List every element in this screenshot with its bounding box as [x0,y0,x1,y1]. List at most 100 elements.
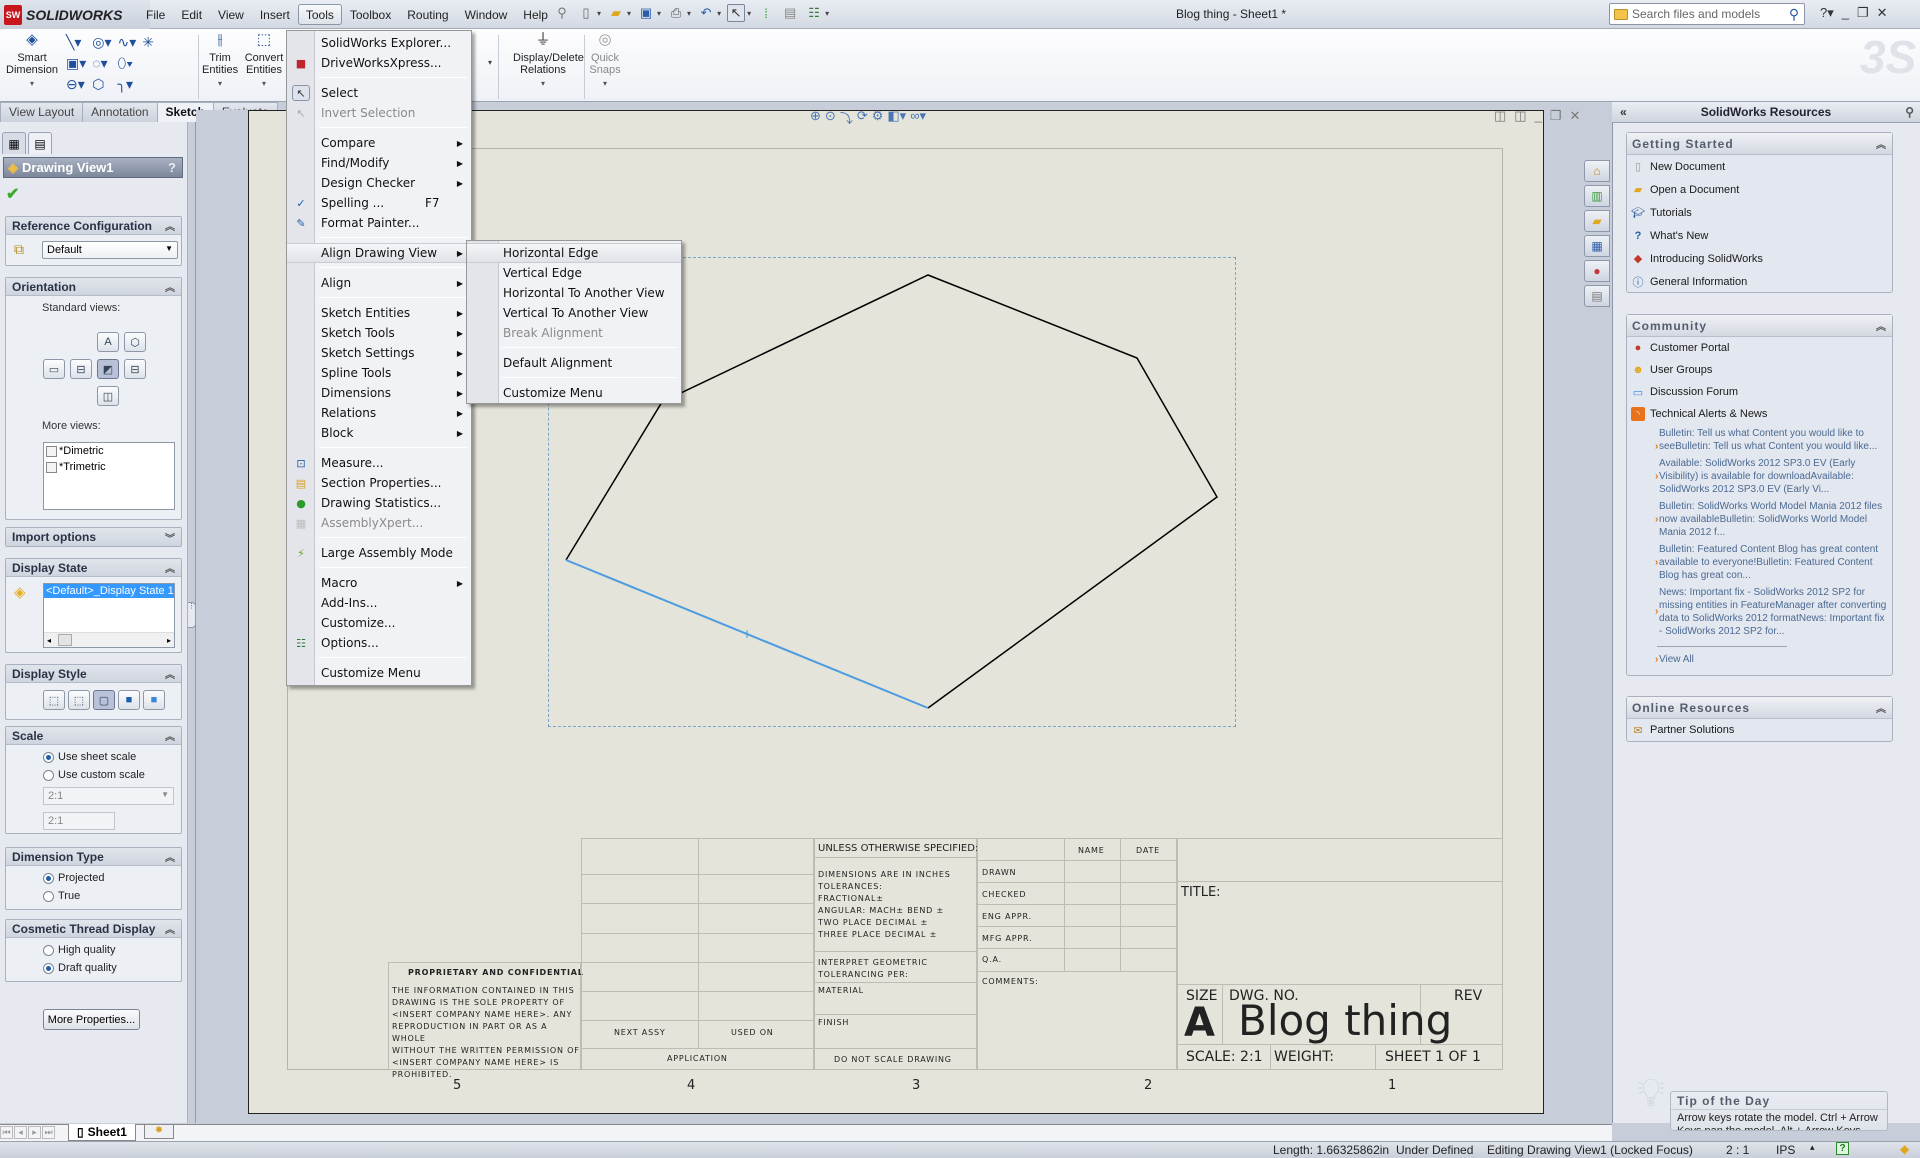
sheet-tab-sheet1[interactable]: ▯ Sheet1 [68,1124,136,1141]
spline-icon[interactable]: ∿▾ [118,34,137,51]
menu-item-invert-selection[interactable]: ↖ Invert Selection [287,103,471,123]
projected-radio[interactable]: Projected [43,869,104,887]
menu-item-add-ins[interactable]: Add-Ins... [287,593,471,613]
search-icon[interactable]: ⚲ [1784,6,1804,23]
property-manager-tab[interactable]: ▤ [28,132,52,154]
select-dropdown-icon[interactable]: ▾ [747,9,751,18]
more-properties-button[interactable]: More Properties... [43,1009,140,1030]
whats-new-link[interactable]: ? What's New [1627,224,1892,247]
collapse-chevron-icon[interactable]: ︽ [1876,700,1886,715]
zoom-to-area-icon[interactable]: ⊙ [825,108,836,127]
search-box[interactable]: Search files and models ⚲ [1609,3,1805,25]
menu-item-find-modify[interactable]: Find/Modify ▶ [287,153,471,173]
display-delete-relations-button[interactable]: ⏚ Display/Delete Relations ▾ [504,32,584,90]
menu-item-format-painter[interactable]: ✎ Format Painter... [287,213,471,233]
last-sheet-icon[interactable]: ⏭ [42,1126,55,1139]
status-scale[interactable]: 2 : 1 [1726,1143,1749,1157]
menu-item-compare[interactable]: Compare ▶ [287,133,471,153]
prev-sheet-icon[interactable]: ◂ [14,1126,27,1139]
menu-item-options[interactable]: ☷ Options... [287,633,471,653]
collapse-chevron-icon[interactable]: ︽ [1876,318,1886,333]
custom-properties-tab[interactable]: ▤ [1584,285,1610,307]
front-view-button[interactable]: A [97,332,119,352]
panel-collapse-handle[interactable]: ⋮ [188,602,196,628]
isometric-view-button[interactable]: ⬡ [124,332,146,352]
menu-item-block[interactable]: Block ▶ [287,423,471,443]
right-view-button[interactable]: ▭ [43,359,65,379]
technical-alerts-link[interactable]: ◝ Technical Alerts & News [1627,403,1892,425]
menu-item-default-alignment[interactable]: Default Alignment [467,353,681,373]
menu-item-large-assembly-mode[interactable]: ⚡ Large Assembly Mode [287,543,471,563]
menu-tools[interactable]: Tools [297,4,342,25]
custom-scale-input[interactable]: 2:1 [43,812,115,830]
list-item-selected[interactable]: <Default>_Display State 1 [44,584,174,598]
doc-close-icon[interactable]: ✕ [1569,108,1580,124]
view-palette-tab[interactable]: ▦ [1584,235,1610,257]
menu-item-customize-menu[interactable]: Customize Menu [287,663,471,683]
checkbox[interactable] [46,445,57,457]
menu-view[interactable]: View [210,4,252,25]
menu-item-horizontal-edge[interactable]: Horizontal Edge [467,243,681,263]
menu-routing[interactable]: Routing [399,4,456,25]
shaded-with-edges-button[interactable]: ■ [118,690,140,710]
partner-solutions-link[interactable]: ✉ Partner Solutions [1627,719,1892,741]
general-information-link[interactable]: ⓘ General Information [1627,270,1892,293]
smart-dimension-button[interactable]: ◈ Smart Dimension ▾ [4,32,60,90]
scroll-left-icon[interactable]: ◂ [47,636,51,645]
design-library-tab[interactable]: ▥ [1584,185,1610,207]
expand-chevron-icon[interactable]: ︾ [165,530,175,545]
rebuild-traffic-light-icon[interactable]: ⁞ [757,4,775,22]
new-dropdown-icon[interactable]: ▾ [597,9,601,18]
help-icon[interactable]: ?▾ [1820,5,1834,21]
menu-item-align-drawing-view[interactable]: Align Drawing View ▶ [287,243,471,263]
menu-item-horizontal-to-another-view[interactable]: Horizontal To Another View [467,283,681,303]
tutorials-link[interactable]: 🎓︎ Tutorials [1627,201,1892,224]
add-sheet-button[interactable]: ✸ [144,1125,174,1139]
tag-icon[interactable]: ◆ [1900,1142,1909,1156]
menu-item-sketch-entities[interactable]: Sketch Entities ▶ [287,303,471,323]
save-icon[interactable]: ▣ [637,4,655,22]
point-icon[interactable]: ✳ [142,34,154,51]
menu-item-vertical-to-another-view[interactable]: Vertical To Another View [467,303,681,323]
new-file-icon[interactable]: ▯ [577,4,595,22]
configuration-dropdown[interactable]: Default ▼ [42,241,178,259]
bottom-view-button[interactable]: ⊟ [124,359,146,379]
menu-item-sketch-tools[interactable]: Sketch Tools ▶ [287,323,471,343]
use-sheet-scale-radio[interactable]: Use sheet scale [43,748,136,766]
menu-item-design-checker[interactable]: Design Checker ▶ [287,173,471,193]
ok-checkmark-icon[interactable]: ✔ [6,184,19,204]
menu-item-spelling[interactable]: ✓ Spelling ... F7 [287,193,471,213]
menu-insert[interactable]: Insert [252,4,298,25]
menu-item-align[interactable]: Align ▶ [287,273,471,293]
menu-item-spline-tools[interactable]: Spline Tools ▶ [287,363,471,383]
doc-minimize-icon[interactable]: _ [1535,108,1542,124]
left-view-button[interactable]: ◫ [97,386,119,406]
menu-item-vertical-edge[interactable]: Vertical Edge [467,263,681,283]
menu-item-dimensions[interactable]: Dimensions ▶ [287,383,471,403]
display-style-icon[interactable]: ◧▾ [887,108,906,127]
restore-icon[interactable]: ❐ [1857,5,1869,21]
polygon-icon[interactable]: ⬡ [92,76,111,93]
minimize-icon[interactable]: _ [1842,5,1849,21]
arc-icon[interactable]: ◌▾ [92,55,111,72]
solidworks-resources-tab[interactable]: ⌂ [1584,160,1610,182]
menu-item-drawing-statistics[interactable]: ● Drawing Statistics... [287,493,471,513]
undo-icon[interactable]: ↶ [697,4,715,22]
toolbar-overflow-dropdown[interactable]: ▾ [488,58,492,67]
menu-item-break-alignment[interactable]: Break Alignment [467,323,681,343]
pin-icon[interactable]: ⚲ [1905,105,1914,119]
current-view-button[interactable]: ◩ [97,359,119,379]
list-item[interactable]: *Trimetric [44,459,174,475]
help-button[interactable]: ? [168,160,176,175]
menu-window[interactable]: Window [457,4,516,25]
display-state-list[interactable]: <Default>_Display State 1 ◂ ▸ [43,583,175,648]
scroll-thumb[interactable] [58,634,72,646]
menu-item-sketch-settings[interactable]: Sketch Settings ▶ [287,343,471,363]
menu-item-macro[interactable]: Macro ▶ [287,573,471,593]
tile-right-icon[interactable]: ◫ [1514,108,1526,124]
quick-snaps-button[interactable]: ◎ Quick Snaps ▾ [588,32,622,90]
checkbox[interactable] [46,461,57,473]
collapse-chevron-icon[interactable]: ︽ [165,666,175,681]
first-sheet-icon[interactable]: ⏮ [0,1126,13,1139]
open-document-link[interactable]: ▰ Open a Document [1627,178,1892,201]
